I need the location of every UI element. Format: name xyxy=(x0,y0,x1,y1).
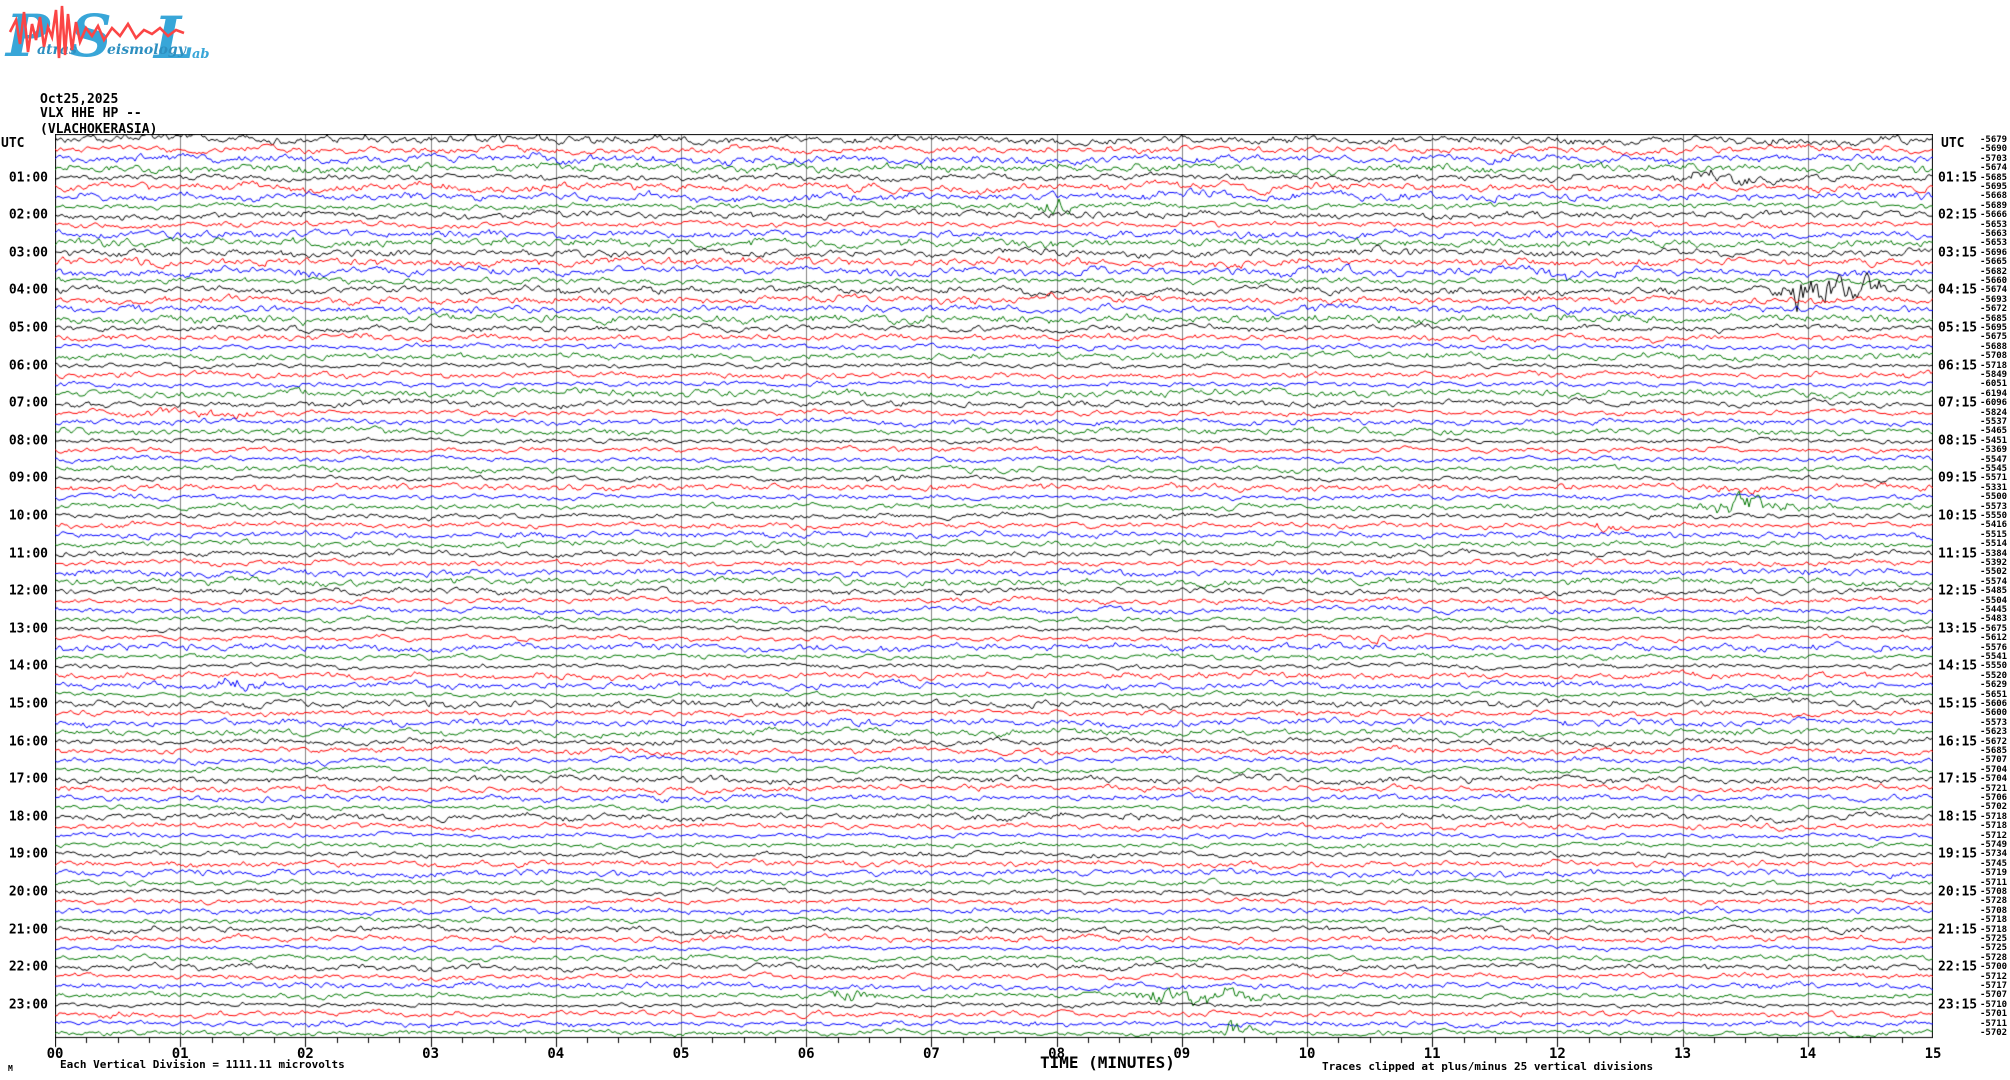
hour-label-right: 14:15 xyxy=(1938,659,1977,674)
axis-minute-label: 05 xyxy=(673,1046,690,1062)
axis-minute-label: 04 xyxy=(547,1046,564,1062)
hour-label-right: 02:15 xyxy=(1938,208,1977,223)
hour-label-right: 22:15 xyxy=(1938,960,1977,975)
hour-label-right: 16:15 xyxy=(1938,734,1977,749)
axis-minute-label: 07 xyxy=(923,1046,940,1062)
logo-word-eismology: eismology xyxy=(107,42,187,58)
hour-label-right: 20:15 xyxy=(1938,885,1977,900)
axis-minute-label: 10 xyxy=(1299,1046,1316,1062)
hour-label-right: 21:15 xyxy=(1938,922,1977,937)
hour-label-left: 21:00 xyxy=(0,922,48,937)
corner-mark: M xyxy=(8,1064,13,1073)
hour-label-left: 23:00 xyxy=(0,997,48,1012)
hour-label-left: 18:00 xyxy=(0,809,48,824)
hour-label-right: 04:15 xyxy=(1938,283,1977,298)
hour-label-left: 11:00 xyxy=(0,546,48,561)
hour-label-right: 07:15 xyxy=(1938,396,1977,411)
hour-label-right: 10:15 xyxy=(1938,509,1977,524)
hour-label-left: 06:00 xyxy=(0,358,48,373)
hour-label-left: 13:00 xyxy=(0,621,48,636)
hour-label-right: 15:15 xyxy=(1938,697,1977,712)
axis-minute-label: 03 xyxy=(422,1046,439,1062)
date-label: Oct25,2025 xyxy=(40,92,118,107)
hour-label-right: 05:15 xyxy=(1938,321,1977,336)
axis-minute-label: 09 xyxy=(1173,1046,1190,1062)
hour-label-right: 06:15 xyxy=(1938,358,1977,373)
hour-label-left: 09:00 xyxy=(0,471,48,486)
hour-label-left: 10:00 xyxy=(0,509,48,524)
hour-label-left: 03:00 xyxy=(0,245,48,260)
hour-label-right: 03:15 xyxy=(1938,245,1977,260)
hour-label-right: 17:15 xyxy=(1938,772,1977,787)
trace-plot-canvas xyxy=(55,134,1933,1048)
axis-minute-label: 15 xyxy=(1925,1046,1942,1062)
hour-label-left: 07:00 xyxy=(0,396,48,411)
hour-label-right: 23:15 xyxy=(1938,997,1977,1012)
hour-label-right: 11:15 xyxy=(1938,546,1977,561)
hour-label-left: 22:00 xyxy=(0,960,48,975)
hour-label-right: 13:15 xyxy=(1938,621,1977,636)
hour-label-left: 16:00 xyxy=(0,734,48,749)
webicorder-page: P S L atras eismology ab Oct25,2025 VLX … xyxy=(0,0,2010,1080)
hour-label-left: 12:00 xyxy=(0,584,48,599)
hour-label-left: 05:00 xyxy=(0,321,48,336)
clip-note: Traces clipped at plus/minus 25 vertical… xyxy=(1322,1060,1653,1073)
trace-end-value: -5702 xyxy=(1980,1028,2007,1038)
hour-label-right: 08:15 xyxy=(1938,433,1977,448)
hour-label-left: 19:00 xyxy=(0,847,48,862)
axis-minute-label: 13 xyxy=(1674,1046,1691,1062)
hour-label-right: 09:15 xyxy=(1938,471,1977,486)
vertical-division-note: Each Vertical Division = 1111.11 microvo… xyxy=(60,1058,345,1071)
axis-minute-label: 06 xyxy=(798,1046,815,1062)
station-label: VLX HHE HP -- xyxy=(40,106,142,121)
hour-label-left: 17:00 xyxy=(0,772,48,787)
hour-label-left: 20:00 xyxy=(0,885,48,900)
logo-word-ab: ab xyxy=(192,47,210,62)
x-axis-title: TIME (MINUTES) xyxy=(1040,1053,1175,1072)
hour-label-right: 01:15 xyxy=(1938,170,1977,185)
psl-logo: P S L atras eismology ab xyxy=(4,2,214,66)
axis-minute-label: 14 xyxy=(1799,1046,1816,1062)
hour-label-left: 02:00 xyxy=(0,208,48,223)
hour-label-right: 18:15 xyxy=(1938,809,1977,824)
hour-label-left: 14:00 xyxy=(0,659,48,674)
hour-label-left: 15:00 xyxy=(0,697,48,712)
hour-label-right: 12:15 xyxy=(1938,584,1977,599)
hour-label-right: 19:15 xyxy=(1938,847,1977,862)
utc-label-left: UTC xyxy=(1,136,24,151)
utc-label-right: UTC xyxy=(1941,136,1964,151)
hour-label-left: 04:00 xyxy=(0,283,48,298)
hour-label-left: 01:00 xyxy=(0,170,48,185)
hour-label-left: 08:00 xyxy=(0,433,48,448)
